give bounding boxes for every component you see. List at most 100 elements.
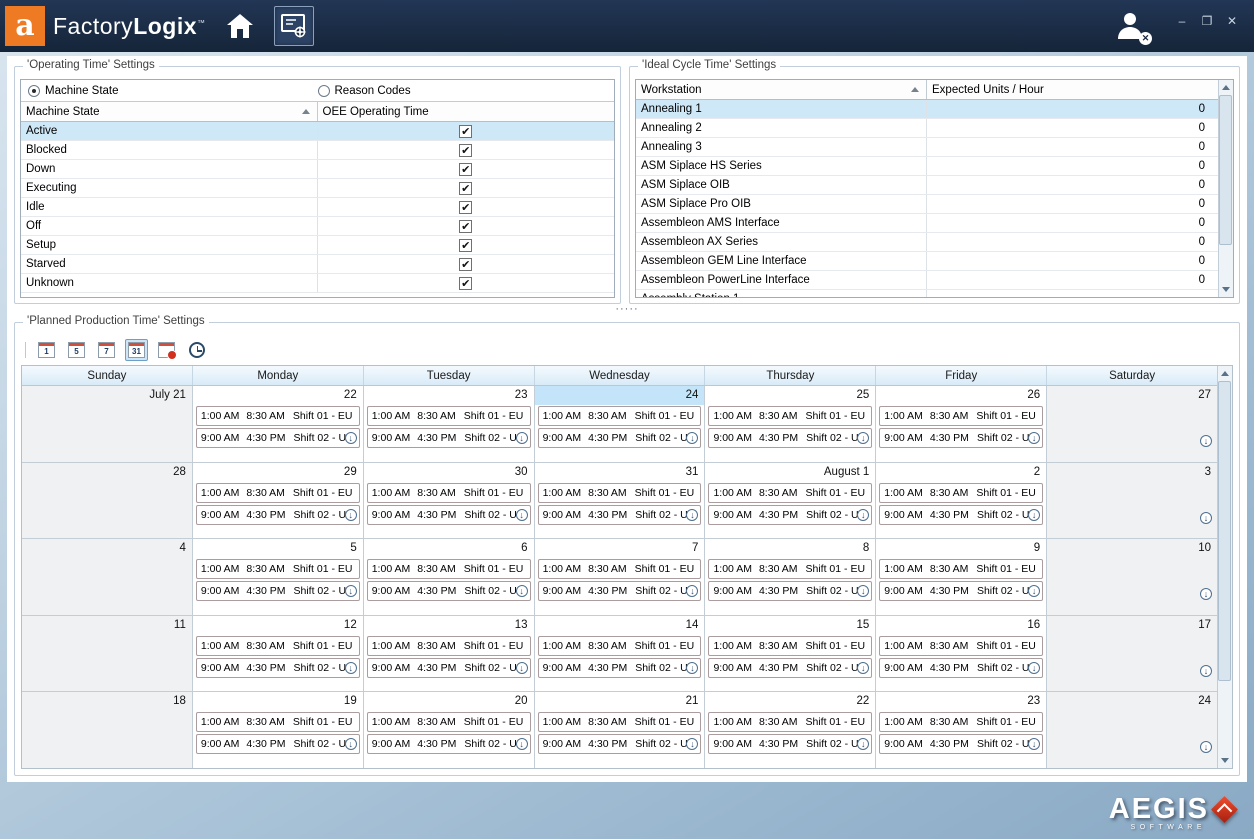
shift-entry[interactable]: 1:00 AM8:30 AMShift 01 - EU: [879, 406, 1043, 426]
machine-state-row[interactable]: Starved✔: [21, 255, 614, 274]
machine-state-column-header[interactable]: Machine State: [21, 102, 318, 121]
shift-entry[interactable]: 9:00 AM4:30 PMShift 02 - US↓: [196, 428, 360, 448]
more-appointments-icon[interactable]: ↓: [345, 662, 357, 674]
more-appointments-icon[interactable]: ↓: [686, 432, 698, 444]
shift-entry[interactable]: 9:00 AM4:30 PMShift 02 - US↓: [196, 581, 360, 601]
scrollbar-track[interactable]: [1218, 381, 1233, 753]
shift-entry[interactable]: 9:00 AM4:30 PMShift 02 - US↓: [196, 505, 360, 525]
calendar-day-cell[interactable]: 11: [22, 616, 193, 692]
calendar-day-cell[interactable]: 51:00 AM8:30 AMShift 01 - EU9:00 AM4:30 …: [193, 539, 364, 615]
machine-state-row[interactable]: Down✔: [21, 160, 614, 179]
more-appointments-icon[interactable]: ↓: [345, 738, 357, 750]
more-appointments-icon[interactable]: ↓: [516, 662, 528, 674]
month-view-button[interactable]: 31: [125, 339, 148, 361]
workstation-row[interactable]: Assembleon AX Series0: [636, 233, 1218, 252]
more-appointments-icon[interactable]: ↓: [1200, 665, 1212, 677]
workstation-row[interactable]: Annealing 30: [636, 138, 1218, 157]
calendar-day-cell[interactable]: 231:00 AM8:30 AMShift 01 - EU9:00 AM4:30…: [876, 692, 1047, 768]
shift-entry[interactable]: 1:00 AM8:30 AMShift 01 - EU: [708, 636, 872, 656]
shift-entry[interactable]: 1:00 AM8:30 AMShift 01 - EU: [879, 636, 1043, 656]
shift-entry[interactable]: 1:00 AM8:30 AMShift 01 - EU: [367, 636, 531, 656]
shift-entry[interactable]: 9:00 AM4:30 PMShift 02 - US↓: [538, 581, 702, 601]
expected-units-cell[interactable]: 0: [927, 195, 1218, 213]
home-button[interactable]: [220, 6, 260, 46]
shift-entry[interactable]: 9:00 AM4:30 PMShift 02 - US↓: [367, 505, 531, 525]
more-appointments-icon[interactable]: ↓: [686, 738, 698, 750]
more-appointments-icon[interactable]: ↓: [516, 585, 528, 597]
shift-entry[interactable]: 9:00 AM4:30 PMShift 02 - US↓: [708, 428, 872, 448]
calendar-day-cell[interactable]: 191:00 AM8:30 AMShift 01 - EU9:00 AM4:30…: [193, 692, 364, 768]
shift-entry[interactable]: 9:00 AM4:30 PMShift 02 - US↓: [367, 581, 531, 601]
oee-operating-time-checkbox[interactable]: ✔: [459, 201, 472, 214]
shift-entry[interactable]: 1:00 AM8:30 AMShift 01 - EU: [879, 483, 1043, 503]
shift-entry[interactable]: 9:00 AM4:30 PMShift 02 - US↓: [708, 658, 872, 678]
work-week-view-button[interactable]: 5: [65, 339, 88, 361]
workstation-row[interactable]: Assembleon GEM Line Interface0: [636, 252, 1218, 271]
shift-entry[interactable]: 1:00 AM8:30 AMShift 01 - EU: [538, 406, 702, 426]
machine-state-radio[interactable]: Machine State: [21, 85, 318, 97]
more-appointments-icon[interactable]: ↓: [1200, 435, 1212, 447]
calendar-day-cell[interactable]: 17↓: [1047, 616, 1217, 692]
calendar-day-cell[interactable]: August 11:00 AM8:30 AMShift 01 - EU9:00 …: [705, 463, 876, 539]
shift-entry[interactable]: 9:00 AM4:30 PMShift 02 - US↓: [538, 505, 702, 525]
expected-units-cell[interactable]: 0: [927, 252, 1218, 270]
calendar-day-cell[interactable]: 21:00 AM8:30 AMShift 01 - EU9:00 AM4:30 …: [876, 463, 1047, 539]
shift-entry[interactable]: 1:00 AM8:30 AMShift 01 - EU: [708, 712, 872, 732]
day-view-button[interactable]: 1: [35, 339, 58, 361]
more-appointments-icon[interactable]: ↓: [686, 585, 698, 597]
shift-entry[interactable]: 1:00 AM8:30 AMShift 01 - EU: [708, 483, 872, 503]
more-appointments-icon[interactable]: ↓: [516, 738, 528, 750]
shift-entry[interactable]: 1:00 AM8:30 AMShift 01 - EU: [196, 559, 360, 579]
shift-entry[interactable]: 1:00 AM8:30 AMShift 01 - EU: [196, 483, 360, 503]
calendar-day-cell[interactable]: 211:00 AM8:30 AMShift 01 - EU9:00 AM4:30…: [535, 692, 706, 768]
workstation-row[interactable]: Assembly Station 1: [636, 290, 1218, 297]
calendar-day-cell[interactable]: 10↓: [1047, 539, 1217, 615]
oee-operating-time-checkbox[interactable]: ✔: [459, 182, 472, 195]
shift-entry[interactable]: 9:00 AM4:30 PMShift 02 - US↓: [196, 658, 360, 678]
workstation-row[interactable]: ASM Siplace Pro OIB0: [636, 195, 1218, 214]
workstation-row[interactable]: Assembleon AMS Interface0: [636, 214, 1218, 233]
more-appointments-icon[interactable]: ↓: [1200, 512, 1212, 524]
more-appointments-icon[interactable]: ↓: [857, 432, 869, 444]
shift-entry[interactable]: 9:00 AM4:30 PMShift 02 - US↓: [879, 734, 1043, 754]
scroll-down-button[interactable]: [1218, 753, 1233, 768]
scroll-down-button[interactable]: [1219, 282, 1234, 297]
machine-state-row[interactable]: Active✔: [21, 122, 614, 141]
calendar-day-cell[interactable]: 161:00 AM8:30 AMShift 01 - EU9:00 AM4:30…: [876, 616, 1047, 692]
calendar-day-cell[interactable]: 24↓: [1047, 692, 1217, 768]
time-scale-view-button[interactable]: [185, 339, 208, 361]
more-appointments-icon[interactable]: ↓: [345, 432, 357, 444]
expected-units-cell[interactable]: [927, 290, 1218, 297]
more-appointments-icon[interactable]: ↓: [857, 662, 869, 674]
calendar-day-cell[interactable]: 311:00 AM8:30 AMShift 01 - EU9:00 AM4:30…: [535, 463, 706, 539]
shift-entry[interactable]: 1:00 AM8:30 AMShift 01 - EU: [538, 636, 702, 656]
machine-state-row[interactable]: Executing✔: [21, 179, 614, 198]
expected-units-cell[interactable]: 0: [927, 233, 1218, 251]
more-appointments-icon[interactable]: ↓: [345, 509, 357, 521]
scroll-up-button[interactable]: [1219, 80, 1234, 95]
calendar-day-cell[interactable]: 251:00 AM8:30 AMShift 01 - EU9:00 AM4:30…: [705, 386, 876, 462]
more-appointments-icon[interactable]: ↓: [1028, 585, 1040, 597]
oee-operating-time-checkbox[interactable]: ✔: [459, 239, 472, 252]
shift-entry[interactable]: 1:00 AM8:30 AMShift 01 - EU: [538, 483, 702, 503]
shift-entry[interactable]: 9:00 AM4:30 PMShift 02 - US↓: [367, 428, 531, 448]
scroll-up-button[interactable]: [1218, 366, 1233, 381]
workstation-row[interactable]: ASM Siplace OIB0: [636, 176, 1218, 195]
calendar-day-cell[interactable]: 241:00 AM8:30 AMShift 01 - EU9:00 AM4:30…: [535, 386, 706, 462]
more-appointments-icon[interactable]: ↓: [857, 509, 869, 521]
shift-entry[interactable]: 9:00 AM4:30 PMShift 02 - US↓: [708, 581, 872, 601]
shift-entry[interactable]: 1:00 AM8:30 AMShift 01 - EU: [708, 406, 872, 426]
shift-entry[interactable]: 1:00 AM8:30 AMShift 01 - EU: [367, 559, 531, 579]
calendar-day-cell[interactable]: 3↓: [1047, 463, 1217, 539]
calendar-day-cell[interactable]: 4: [22, 539, 193, 615]
more-appointments-icon[interactable]: ↓: [1200, 741, 1212, 753]
calendar-day-cell[interactable]: 261:00 AM8:30 AMShift 01 - EU9:00 AM4:30…: [876, 386, 1047, 462]
calendar-day-cell[interactable]: 151:00 AM8:30 AMShift 01 - EU9:00 AM4:30…: [705, 616, 876, 692]
machine-state-row[interactable]: Off✔: [21, 217, 614, 236]
oee-operating-time-checkbox[interactable]: ✔: [459, 144, 472, 157]
oee-operating-time-checkbox[interactable]: ✔: [459, 258, 472, 271]
machine-state-row[interactable]: Unknown✔: [21, 274, 614, 293]
machine-state-row[interactable]: Blocked✔: [21, 141, 614, 160]
machine-state-row[interactable]: Setup✔: [21, 236, 614, 255]
scrollbar-thumb[interactable]: [1218, 381, 1231, 681]
